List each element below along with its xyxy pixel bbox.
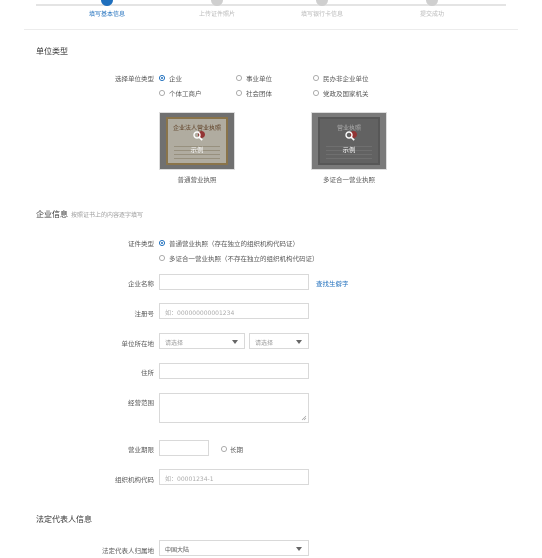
- sample-multi-license-thumbnail[interactable]: 营业执照 示例: [311, 112, 387, 170]
- radio-private-non-enterprise[interactable]: 民办非企业单位: [313, 73, 369, 83]
- chevron-down-icon: [296, 547, 302, 551]
- radio-public-institution[interactable]: 事业单位: [236, 73, 272, 83]
- org-code-input[interactable]: 如：00001234-1: [159, 469, 309, 485]
- section-title-company: 企业信息 按照证书上的内容逐字填写: [36, 210, 144, 219]
- address-label: 住所: [141, 369, 154, 377]
- resize-handle-icon[interactable]: [301, 415, 307, 421]
- magnifier-icon: [345, 131, 355, 141]
- radio-icon: [159, 90, 165, 96]
- sample-caption: 多证合一营业执照: [323, 176, 375, 184]
- location-label: 单位所在地: [121, 340, 155, 348]
- radio-selected-icon: [159, 75, 165, 81]
- business-scope-label: 经营范围: [128, 399, 154, 407]
- radio-government-agency[interactable]: 党政及国家机关: [313, 88, 369, 98]
- legal-region-select[interactable]: 中国大陆: [159, 540, 309, 556]
- business-term-input[interactable]: [159, 440, 209, 456]
- unit-type-label: 选择单位类型: [115, 75, 154, 83]
- section-hint: 按照证书上的内容逐字填写: [71, 212, 144, 219]
- find-rare-chars-link[interactable]: 查找生僻字: [316, 278, 349, 288]
- radio-multi-license[interactable]: 多证合一营业执照（不存在独立的组织机构代码证）: [159, 253, 319, 263]
- chevron-down-icon: [296, 340, 302, 344]
- step-label: 提交成功: [419, 11, 444, 18]
- chevron-down-icon: [232, 340, 238, 344]
- address-input[interactable]: [159, 363, 309, 379]
- radio-icon: [159, 255, 165, 261]
- reg-no-input[interactable]: 如：000000000001234: [159, 303, 309, 319]
- divider: [24, 29, 518, 30]
- radio-icon: [313, 75, 319, 81]
- company-name-input[interactable]: [159, 274, 309, 290]
- step-label: 填写基本信息: [88, 11, 125, 18]
- province-select[interactable]: 请选择: [159, 333, 245, 349]
- magnifier-icon: [193, 131, 203, 141]
- company-name-label: 企业名称: [128, 280, 154, 288]
- radio-icon: [236, 90, 242, 96]
- step-label: 上传证件照片: [198, 11, 235, 18]
- legal-region-label: 法定代表人归属地: [102, 547, 154, 555]
- radio-icon: [236, 75, 242, 81]
- sample-overlay-text: 示例: [190, 146, 204, 154]
- radio-icon: [313, 90, 319, 96]
- city-select[interactable]: 请选择: [249, 333, 309, 349]
- checkbox-icon: [221, 446, 227, 452]
- long-term-checkbox[interactable]: 长期: [221, 444, 243, 454]
- business-scope-textarea[interactable]: [159, 393, 309, 423]
- business-term-label: 营业期限: [128, 446, 154, 454]
- reg-no-label: 注册号: [134, 310, 155, 318]
- radio-enterprise[interactable]: 企业: [159, 73, 182, 83]
- progress-steps: 填写基本信息 上传证件照片 填写银行卡信息 提交成功: [0, 0, 542, 22]
- section-title-unit-type: 单位类型: [36, 47, 68, 56]
- license-type-label: 证件类型: [128, 240, 154, 248]
- radio-selected-icon: [159, 240, 165, 246]
- radio-social-organization[interactable]: 社会团体: [236, 88, 272, 98]
- sample-overlay-text: 示例: [342, 146, 356, 154]
- org-code-label: 组织机构代码: [115, 476, 154, 484]
- step-label: 填写银行卡信息: [300, 11, 343, 18]
- radio-individual-business[interactable]: 个体工商户: [159, 88, 202, 98]
- section-title-legal: 法定代表人信息: [36, 515, 92, 524]
- sample-caption: 普通营业执照: [177, 176, 217, 184]
- sample-license-thumbnail[interactable]: 企业法人营业执照 示例: [159, 112, 235, 170]
- radio-ordinary-license[interactable]: 普通营业执照（存在独立的组织机构代码证）: [159, 238, 299, 248]
